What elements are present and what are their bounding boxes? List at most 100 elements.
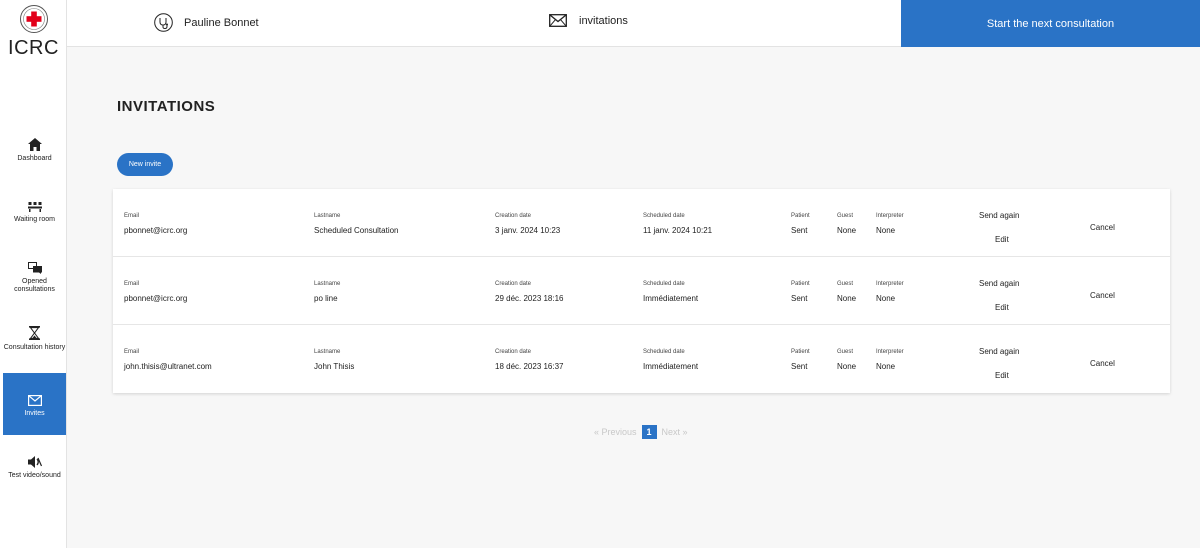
- envelope-icon: [27, 395, 42, 406]
- scheduled-date-cell: Scheduled date 11 janv. 2024 10:21: [643, 213, 712, 235]
- column-header-email: Email: [124, 213, 140, 219]
- next-page-link[interactable]: Next »: [662, 427, 688, 437]
- cancel-button[interactable]: Cancel: [1090, 359, 1115, 368]
- guest-cell: Guest None: [837, 213, 856, 235]
- column-header-creation-date: Creation date: [495, 213, 532, 219]
- creation-date-value: 29 déc. 2023 18:16: [495, 294, 564, 303]
- column-header-lastname: Lastname: [314, 349, 341, 355]
- invitations-link[interactable]: invitations: [549, 14, 628, 27]
- column-header-email: Email: [124, 349, 140, 355]
- user-profile[interactable]: Pauline Bonnet: [154, 13, 259, 32]
- scheduled-date-cell: Scheduled date Immédiatement: [643, 349, 698, 371]
- lastname-cell: Lastname John Thisis: [314, 349, 354, 371]
- interpreter-status: None: [876, 362, 896, 371]
- top-bar: Pauline Bonnet invitations Start the nex…: [67, 0, 1200, 47]
- interpreter-status: None: [876, 294, 896, 303]
- icrc-logo-icon: [19, 5, 48, 33]
- previous-page-link[interactable]: « Previous: [594, 427, 637, 437]
- logo[interactable]: ICRC: [0, 4, 67, 60]
- email-value: john.thisis@ultranet.com: [124, 362, 212, 371]
- column-header-scheduled-date: Scheduled date: [643, 213, 685, 219]
- new-invite-button[interactable]: New invite: [117, 153, 173, 176]
- cancel-button[interactable]: Cancel: [1090, 223, 1115, 232]
- email-cell: Email pbonnet@icrc.org: [124, 213, 187, 235]
- edit-button[interactable]: Edit: [995, 303, 1009, 312]
- lastname-cell: Lastname po line: [314, 281, 340, 303]
- sidebar-item-opened-consultations[interactable]: Opened consultations: [3, 262, 66, 304]
- column-header-guest: Guest: [837, 213, 854, 219]
- sidebar-item-invites[interactable]: Invites: [3, 373, 66, 435]
- guest-cell: Guest None: [837, 349, 856, 371]
- creation-date-cell: Creation date 18 déc. 2023 16:37: [495, 349, 564, 371]
- interpreter-cell: Interpreter None: [876, 281, 904, 303]
- send-again-button[interactable]: Send again: [979, 347, 1019, 356]
- lastname-value: po line: [314, 294, 338, 303]
- cancel-button[interactable]: Cancel: [1090, 291, 1115, 300]
- speaker-icon: [27, 456, 42, 468]
- column-header-interpreter: Interpreter: [876, 281, 904, 287]
- sidebar-item-consultation-history[interactable]: Consultation history: [3, 326, 66, 368]
- column-header-lastname: Lastname: [314, 281, 341, 287]
- lastname-value: Scheduled Consultation: [314, 226, 399, 235]
- sidebar-item-label: Consultation history: [3, 344, 66, 351]
- interpreter-status: None: [876, 226, 896, 235]
- waiting-room-icon: [27, 202, 42, 212]
- sidebar-item-test-video-sound[interactable]: Test video/sound: [3, 456, 66, 496]
- creation-date-value: 18 déc. 2023 16:37: [495, 362, 564, 371]
- guest-status: None: [837, 294, 857, 303]
- table-row: Email john.thisis@ultranet.com Lastname …: [113, 325, 1170, 393]
- email-cell: Email john.thisis@ultranet.com: [124, 349, 212, 371]
- envelope-icon: [549, 14, 567, 27]
- pagination: « Previous 1 Next »: [594, 425, 688, 439]
- patient-cell: Patient Sent: [791, 213, 810, 235]
- creation-date-cell: Creation date 3 janv. 2024 10:23: [495, 213, 560, 235]
- sidebar-item-label: Opened consultations: [14, 278, 55, 293]
- column-header-creation-date: Creation date: [495, 349, 532, 355]
- column-header-patient: Patient: [791, 349, 810, 355]
- hourglass-icon: [29, 326, 40, 340]
- page-title: INVITATIONS: [117, 98, 216, 115]
- sidebar-item-label: Invites: [24, 410, 45, 417]
- sidebar-item-label: Dashboard: [17, 155, 52, 162]
- table-row: Email pbonnet@icrc.org Lastname Schedule…: [113, 189, 1170, 257]
- creation-date-cell: Creation date 29 déc. 2023 18:16: [495, 281, 564, 303]
- sidebar-item-waiting-room[interactable]: Waiting room: [3, 202, 66, 242]
- column-header-creation-date: Creation date: [495, 281, 532, 287]
- column-header-guest: Guest: [837, 349, 854, 355]
- sidebar: ICRC Dashboard Waiting room Opened consu…: [0, 0, 67, 548]
- current-page[interactable]: 1: [641, 425, 657, 439]
- home-icon: [27, 138, 42, 151]
- edit-button[interactable]: Edit: [995, 371, 1009, 380]
- email-value: pbonnet@icrc.org: [124, 226, 188, 235]
- invitations-table: Email pbonnet@icrc.org Lastname Schedule…: [113, 189, 1170, 393]
- patient-status: Sent: [791, 362, 808, 371]
- sidebar-item-dashboard[interactable]: Dashboard: [3, 138, 66, 178]
- guest-status: None: [837, 362, 857, 371]
- email-value: pbonnet@icrc.org: [124, 294, 188, 303]
- column-header-patient: Patient: [791, 281, 810, 287]
- chat-icon: [27, 262, 42, 274]
- logo-text: ICRC: [8, 37, 59, 59]
- patient-cell: Patient Sent: [791, 281, 810, 303]
- email-cell: Email pbonnet@icrc.org: [124, 281, 187, 303]
- column-header-interpreter: Interpreter: [876, 213, 904, 219]
- patient-cell: Patient Sent: [791, 349, 810, 371]
- sidebar-item-label: Test video/sound: [8, 472, 61, 479]
- column-header-email: Email: [124, 281, 140, 287]
- send-again-button[interactable]: Send again: [979, 279, 1019, 288]
- user-name: Pauline Bonnet: [184, 16, 259, 29]
- interpreter-cell: Interpreter None: [876, 213, 904, 235]
- edit-button[interactable]: Edit: [995, 235, 1009, 244]
- start-next-consultation-button[interactable]: Start the next consultation: [901, 0, 1200, 47]
- column-header-scheduled-date: Scheduled date: [643, 349, 685, 355]
- interpreter-cell: Interpreter None: [876, 349, 904, 371]
- scheduled-date-cell: Scheduled date Immédiatement: [643, 281, 698, 303]
- scheduled-date-value: 11 janv. 2024 10:21: [643, 226, 713, 235]
- send-again-button[interactable]: Send again: [979, 211, 1019, 220]
- creation-date-value: 3 janv. 2024 10:23: [495, 226, 561, 235]
- sidebar-item-label: Waiting room: [14, 216, 55, 223]
- column-header-patient: Patient: [791, 213, 810, 219]
- guest-cell: Guest None: [837, 281, 856, 303]
- patient-status: Sent: [791, 294, 808, 303]
- column-header-interpreter: Interpreter: [876, 349, 904, 355]
